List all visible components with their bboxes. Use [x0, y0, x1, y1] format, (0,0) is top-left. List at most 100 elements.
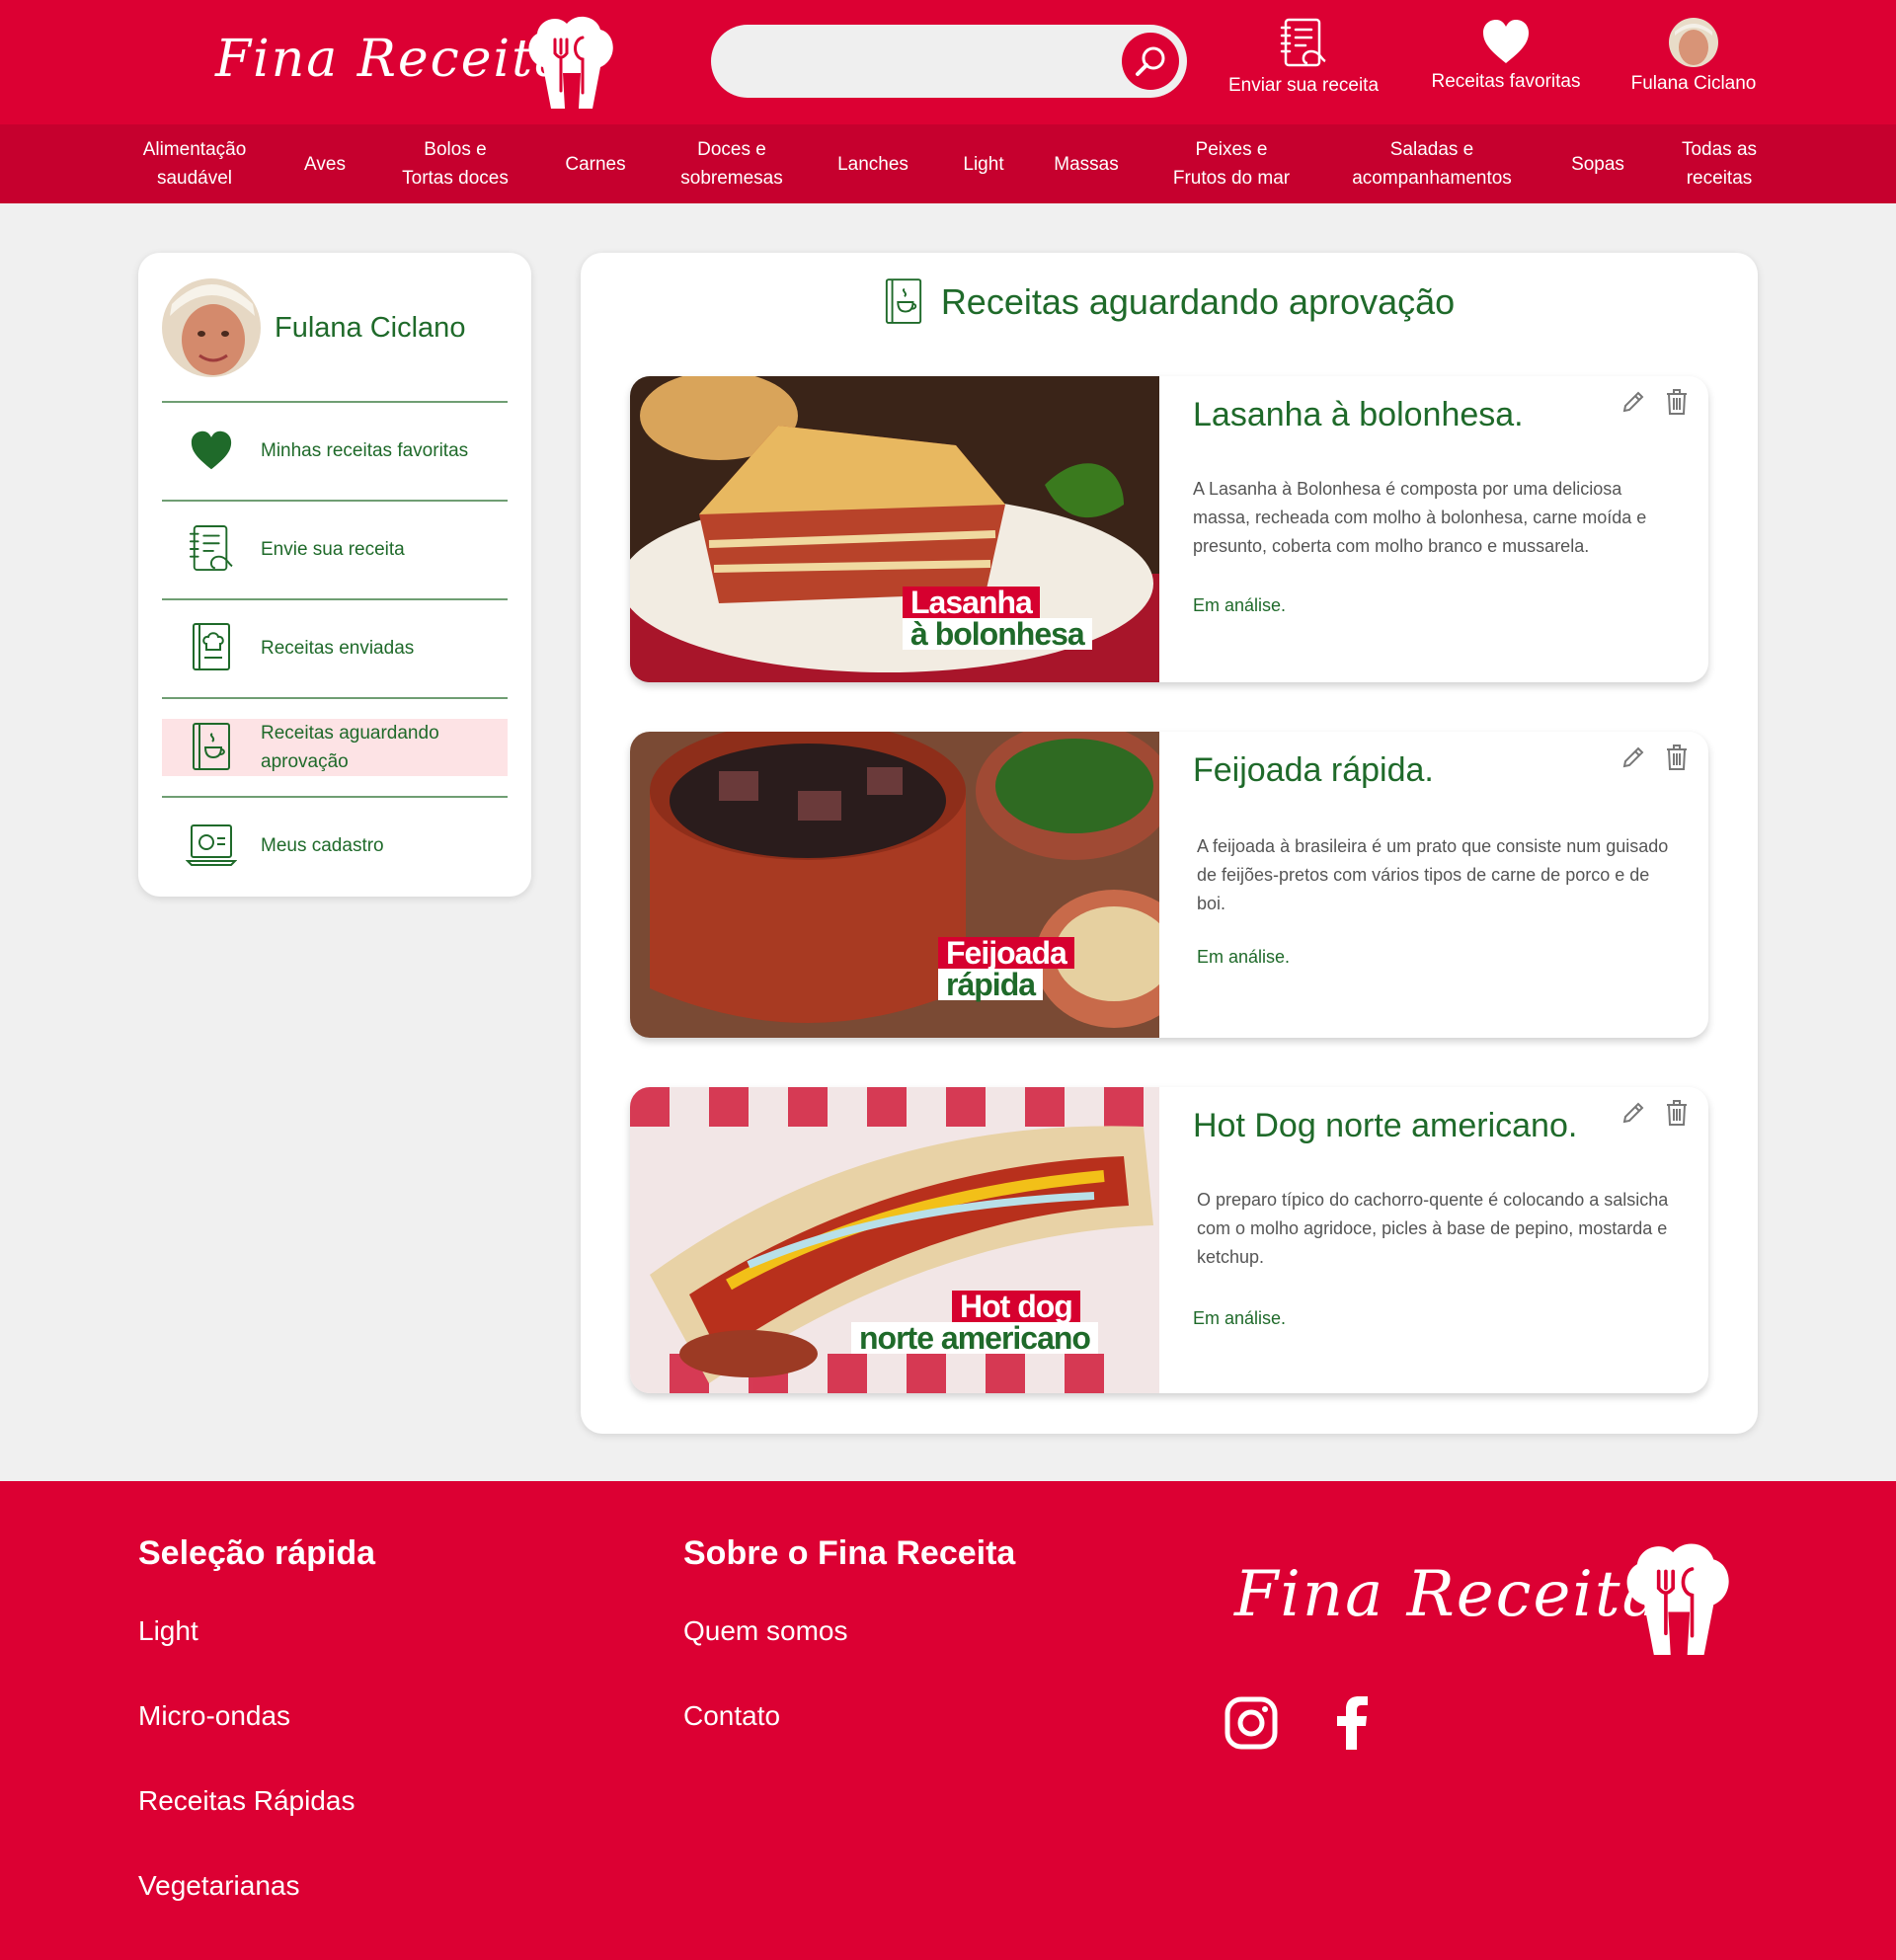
sidebar-item-my-profile[interactable]: Meus cadastro	[162, 816, 508, 875]
heart-icon	[191, 431, 232, 470]
about-heading: Sobre o Fina Receita	[683, 1534, 1016, 1572]
sidebar-item-submit-recipe[interactable]: Envie sua receita	[162, 519, 508, 579]
chef-hat-utensils-icon	[528, 16, 613, 109]
user-name: Fulana Ciclano	[1630, 73, 1757, 94]
nav-item-alimentacao-saudavel[interactable]: Alimentação saudável	[143, 124, 247, 203]
profile-name: Fulana Ciclano	[275, 311, 466, 344]
sidebar-item-label: Minhas receitas favoritas	[261, 439, 469, 461]
footer-link-quem-somos[interactable]: Quem somos	[683, 1615, 848, 1647]
footer-logo[interactable]: Fina Receita	[1234, 1540, 1738, 1659]
recipe-info: Lasanha à bolonhesa. A Lasanha à Bolonhe…	[1193, 376, 1667, 682]
profile-card-icon	[186, 824, 237, 866]
nav-item-peixes-frutos-do-mar[interactable]: Peixes e Frutos do mar	[1173, 124, 1290, 203]
recipe-card[interactable]: Lasanha à bolonhesa Lasanha à bolonhesa.…	[630, 376, 1708, 682]
recipe-description: A feijoada à brasileira é um prato que c…	[1197, 836, 1669, 913]
nav-item-carnes[interactable]: Carnes	[565, 124, 625, 203]
nav-item-lanches[interactable]: Lanches	[837, 124, 908, 203]
chef-hat-utensils-icon	[1626, 1543, 1729, 1655]
nav-item-saladas-acompanhamentos[interactable]: Saladas e acompanhamentos	[1352, 124, 1512, 203]
nav-item-sopas[interactable]: Sopas	[1571, 124, 1624, 203]
divider	[162, 598, 508, 600]
edit-button[interactable]	[1621, 745, 1649, 773]
account-sidebar: Fulana Ciclano Minhas receitas favoritas…	[138, 253, 531, 897]
sidebar-item-label: Receitas aguardando aprovação	[261, 723, 439, 772]
trash-icon	[1667, 389, 1687, 415]
favorites-label: Receitas favoritas	[1431, 71, 1581, 92]
site-header: Fina Receita Enviar sua receita Receitas…	[0, 0, 1896, 124]
footer-link-light[interactable]: Light	[138, 1615, 198, 1647]
sidebar-item-label: Meus cadastro	[261, 834, 384, 856]
pencil-icon	[1622, 391, 1644, 413]
pencil-icon	[1622, 1102, 1644, 1124]
nav-item-light[interactable]: Light	[963, 124, 1003, 203]
site-logo[interactable]: Fina Receita	[215, 10, 620, 109]
recipe-image: Hot dog norte americano	[630, 1087, 1159, 1393]
image-caption: Feijoada rápida	[938, 937, 1074, 1000]
divider	[162, 500, 508, 502]
pending-book-icon	[885, 278, 921, 324]
delete-button[interactable]	[1665, 1099, 1693, 1131]
user-menu[interactable]: Fulana Ciclano	[1620, 18, 1768, 107]
sidebar-item-label: Envie sua receita	[261, 538, 405, 560]
quick-selection-heading: Seleção rápida	[138, 1534, 376, 1572]
recipe-title: Lasanha à bolonhesa.	[1193, 396, 1524, 433]
sidebar-item-sent-recipes[interactable]: Receitas enviadas	[162, 618, 508, 677]
avatar	[1669, 18, 1718, 67]
recipe-card[interactable]: Feijoada rápida Feijoada rápida. A feijo…	[630, 732, 1708, 1038]
nav-item-todas-receitas[interactable]: Todas as receitas	[1682, 124, 1757, 203]
recipe-status: Em análise.	[1193, 595, 1287, 615]
divider	[162, 697, 508, 699]
nav-item-aves[interactable]: Aves	[304, 124, 346, 203]
nav-item-doces-sobremesas[interactable]: Doces e sobremesas	[680, 124, 783, 203]
recipe-title: Feijoada rápida.	[1193, 751, 1434, 789]
pending-book-icon	[193, 723, 230, 770]
image-caption: Lasanha à bolonhesa	[903, 587, 1092, 650]
recipe-image: Feijoada rápida	[630, 732, 1159, 1038]
recipe-info: Feijoada rápida. A feijoada à brasileira…	[1193, 732, 1668, 1038]
recipe-info: Hot Dog norte americano. O preparo típic…	[1193, 1087, 1668, 1393]
edit-button[interactable]	[1621, 390, 1649, 418]
profile-header: Fulana Ciclano	[162, 278, 465, 377]
recipe-title: Hot Dog norte americano.	[1193, 1107, 1578, 1144]
recipe-book-icon	[193, 623, 230, 670]
footer-link-receitas-rapidas[interactable]: Receitas Rápidas	[138, 1785, 355, 1817]
facebook-icon	[1337, 1696, 1368, 1750]
edit-button[interactable]	[1621, 1101, 1649, 1129]
search-bar	[711, 25, 1187, 98]
delete-button[interactable]	[1665, 744, 1693, 775]
favorites-link[interactable]: Receitas favoritas	[1427, 18, 1585, 107]
instagram-link[interactable]	[1224, 1696, 1282, 1754]
logo-text: Fina Receita	[1234, 1558, 1662, 1631]
recipe-image: Lasanha à bolonhesa	[630, 376, 1159, 682]
footer-link-contato[interactable]: Contato	[683, 1700, 780, 1732]
logo-text: Fina Receita	[215, 30, 568, 89]
trash-icon	[1667, 745, 1687, 770]
search-button[interactable]	[1122, 33, 1179, 90]
search-icon	[1136, 46, 1165, 76]
submit-recipe-label: Enviar sua receita	[1227, 75, 1380, 96]
avatar	[162, 278, 261, 377]
page-title: Receitas aguardando aprovação	[581, 276, 1758, 328]
delete-button[interactable]	[1665, 388, 1693, 420]
site-footer: Seleção rápida Light Micro-ondas Receita…	[0, 1481, 1896, 1960]
divider	[162, 796, 508, 798]
recipe-card[interactable]: Hot dog norte americano Hot Dog norte am…	[630, 1087, 1708, 1393]
recipe-status: Em análise.	[1197, 947, 1291, 967]
submit-recipe-link[interactable]: Enviar sua receita	[1224, 18, 1382, 107]
sidebar-item-label: Receitas enviadas	[261, 637, 415, 659]
sidebar-item-pending-approval[interactable]: Receitas aguardando aprovação	[162, 719, 508, 776]
facebook-link[interactable]	[1335, 1696, 1392, 1754]
trash-icon	[1667, 1100, 1687, 1126]
pencil-icon	[1622, 746, 1644, 768]
page-title-text: Receitas aguardando aprovação	[940, 281, 1456, 322]
footer-link-vegetarianas[interactable]: Vegetarianas	[138, 1870, 299, 1902]
nav-item-massas[interactable]: Massas	[1054, 124, 1118, 203]
recipe-description: A Lasanha à Bolonhesa é composta por uma…	[1193, 479, 1647, 556]
search-input[interactable]	[741, 25, 1116, 98]
image-caption: Hot dog norte americano	[851, 1291, 1098, 1354]
notepad-icon	[189, 525, 233, 572]
nav-item-bolos-tortas[interactable]: Bolos e Tortas doces	[402, 124, 509, 203]
sidebar-item-favorites[interactable]: Minhas receitas favoritas	[162, 421, 508, 480]
divider	[162, 401, 508, 403]
footer-link-micro-ondas[interactable]: Micro-ondas	[138, 1700, 290, 1732]
